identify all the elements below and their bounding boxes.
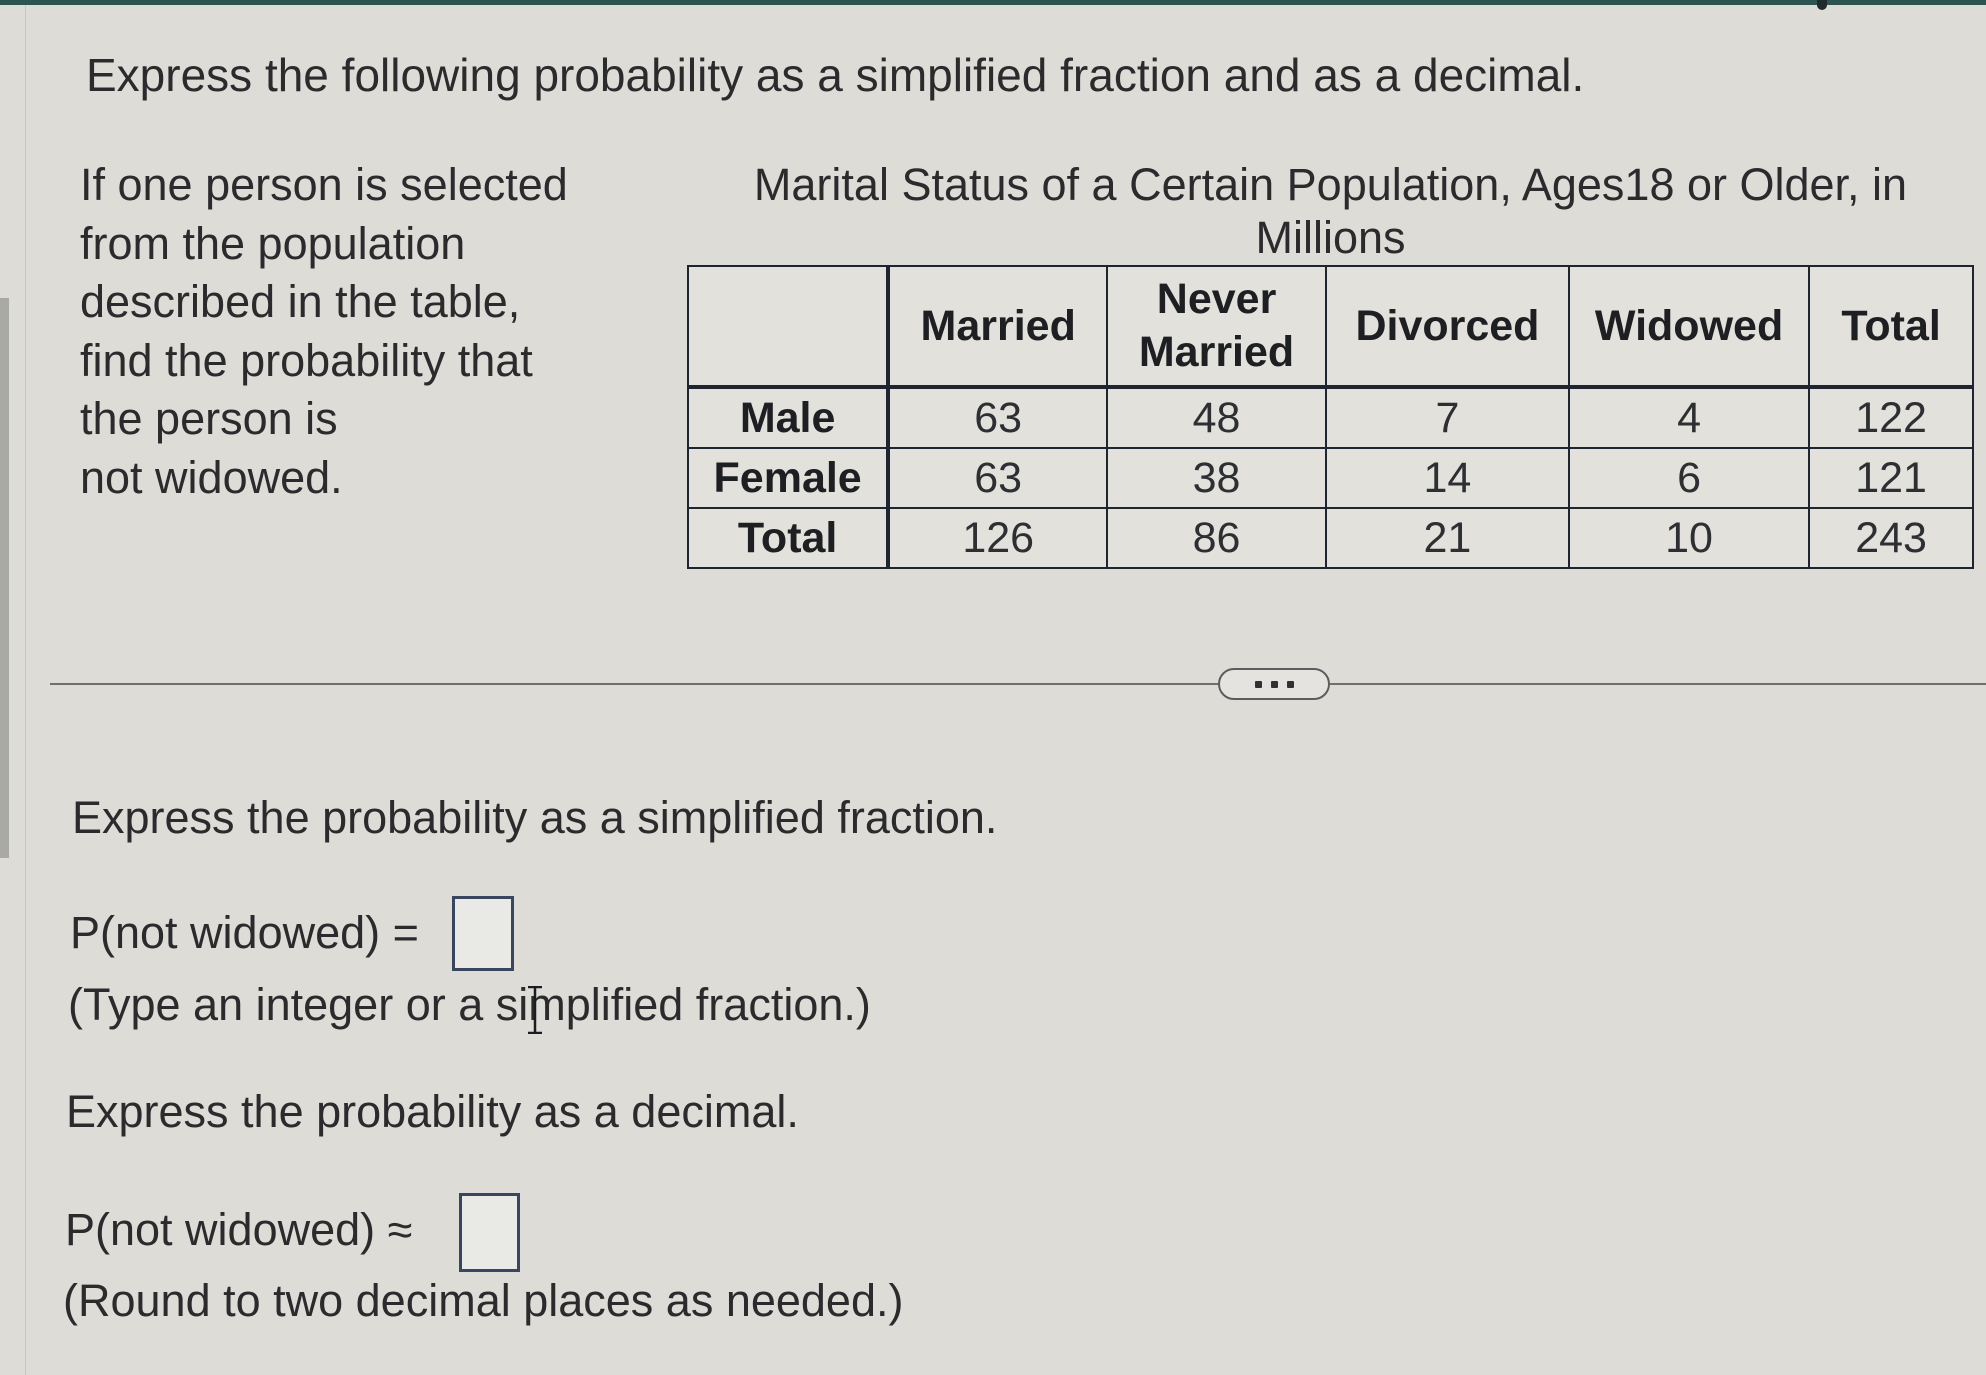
table-cell: 7 <box>1324 386 1570 449</box>
table-header-row: Married Never Married Divorced Widowed T… <box>686 265 1974 389</box>
ellipsis-icon <box>1270 680 1278 688</box>
decimal-answer-input[interactable] <box>459 1193 520 1272</box>
header-cell-never-married: Never Married <box>1106 265 1327 389</box>
fraction-answer-input[interactable] <box>452 896 514 971</box>
table-row-male: Male 63 48 7 4 122 <box>686 386 1974 449</box>
header-cell-divorced: Divorced <box>1324 265 1570 389</box>
section-divider <box>1330 683 1986 685</box>
fraction-instruction: Express the probability as a simplified … <box>72 792 998 843</box>
ellipsis-icon <box>1286 680 1294 688</box>
question-line: described in the table, <box>80 276 521 327</box>
fraction-prompt: P(not widowed) = <box>70 907 419 958</box>
top-window-strip <box>0 0 1986 5</box>
question-line: find the probability that <box>80 334 533 386</box>
text-cursor-icon <box>528 986 542 1034</box>
decimal-instruction: Express the probability as a decimal. <box>66 1086 799 1137</box>
marital-status-table: Married Never Married Divorced Widowed T… <box>686 265 1974 569</box>
table-cell: 10 <box>1567 507 1811 569</box>
header-cell-empty <box>686 265 891 389</box>
row-label: Female <box>686 447 891 509</box>
header-cell-widowed: Widowed <box>1567 265 1811 389</box>
table-cell: 243 <box>1808 507 1974 569</box>
fraction-hint: (Type an integer or a simplified fractio… <box>68 979 871 1030</box>
table-cell: 86 <box>1106 507 1327 569</box>
table-cell: 48 <box>1106 386 1327 449</box>
question-line: the person is <box>80 393 338 444</box>
question-line: If one person is selected <box>80 159 568 210</box>
table-cell: 4 <box>1567 386 1811 449</box>
row-label: Total <box>686 507 891 569</box>
table-row-total: Total 126 86 21 10 243 <box>686 507 1974 569</box>
table-cell: 6 <box>1567 447 1811 509</box>
decimal-prompt: P(not widowed) ≈ <box>65 1204 413 1255</box>
table-cell: 121 <box>1808 447 1974 509</box>
table-cell: 122 <box>1808 386 1974 449</box>
expand-more-button[interactable] <box>1218 668 1330 700</box>
question-line: not widowed. <box>80 451 343 503</box>
table-cell: 14 <box>1324 447 1570 509</box>
table-cell: 63 <box>887 386 1109 449</box>
decimal-hint: (Round to two decimal places as needed.) <box>63 1275 904 1326</box>
table-caption: Marital Status of a Certain Population, … <box>753 159 1908 263</box>
left-edge-line <box>25 5 26 1375</box>
table-cell: 38 <box>1106 447 1327 509</box>
table-cell: 126 <box>887 507 1109 569</box>
section-divider <box>50 683 1220 685</box>
header-cell-married: Married <box>887 265 1109 389</box>
problem-title: Express the following probability as a s… <box>86 49 1585 101</box>
question-line: from the population <box>80 217 466 269</box>
table-cell: 63 <box>887 447 1109 509</box>
table-cell: 21 <box>1324 507 1570 569</box>
top-strip-notch <box>1817 0 1827 10</box>
table-row-female: Female 63 38 14 6 121 <box>686 447 1974 509</box>
ellipsis-icon <box>1254 680 1262 688</box>
row-label: Male <box>686 386 891 449</box>
left-scrollbar[interactable] <box>0 298 9 858</box>
question-text: If one person is selected from the popul… <box>80 156 568 507</box>
header-cell-total: Total <box>1808 265 1974 389</box>
